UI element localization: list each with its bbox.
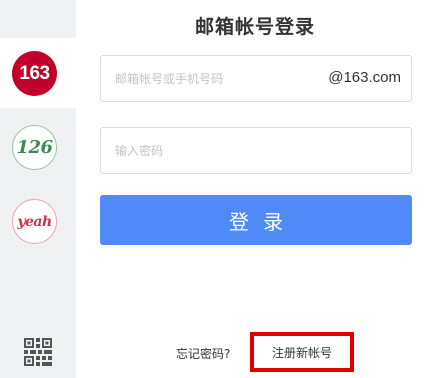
register-link-label: 注册新帐号 <box>271 345 332 360</box>
page-title: 邮箱帐号登录 <box>194 16 315 38</box>
forgot-password-link[interactable]: 忘记密码? <box>176 345 230 362</box>
account-input[interactable] <box>115 56 315 101</box>
qr-code-icon[interactable] <box>24 338 52 366</box>
register-link[interactable]: 注册新帐号 <box>250 332 354 372</box>
logo-126-icon: 126 <box>12 125 57 170</box>
brand-tab-126[interactable]: 126 <box>0 112 76 182</box>
login-button[interactable]: 登录 <box>100 195 412 245</box>
brand-sidebar: 163 126 yeah <box>0 0 76 378</box>
logo-yeah-icon: yeah <box>12 199 57 244</box>
password-field[interactable] <box>100 127 412 174</box>
brand-label-163: 163 <box>19 62 50 84</box>
brand-label-yeah: yeah <box>17 213 52 230</box>
domain-suffix: @163.com <box>328 69 401 86</box>
brand-label-126: 126 <box>16 137 53 158</box>
logo-163-icon: 163 <box>12 51 57 96</box>
brand-tab-163[interactable]: 163 <box>0 38 76 108</box>
account-field[interactable]: @163.com <box>100 55 412 102</box>
brand-tab-yeah[interactable]: yeah <box>0 186 76 256</box>
password-input[interactable] <box>115 128 395 173</box>
